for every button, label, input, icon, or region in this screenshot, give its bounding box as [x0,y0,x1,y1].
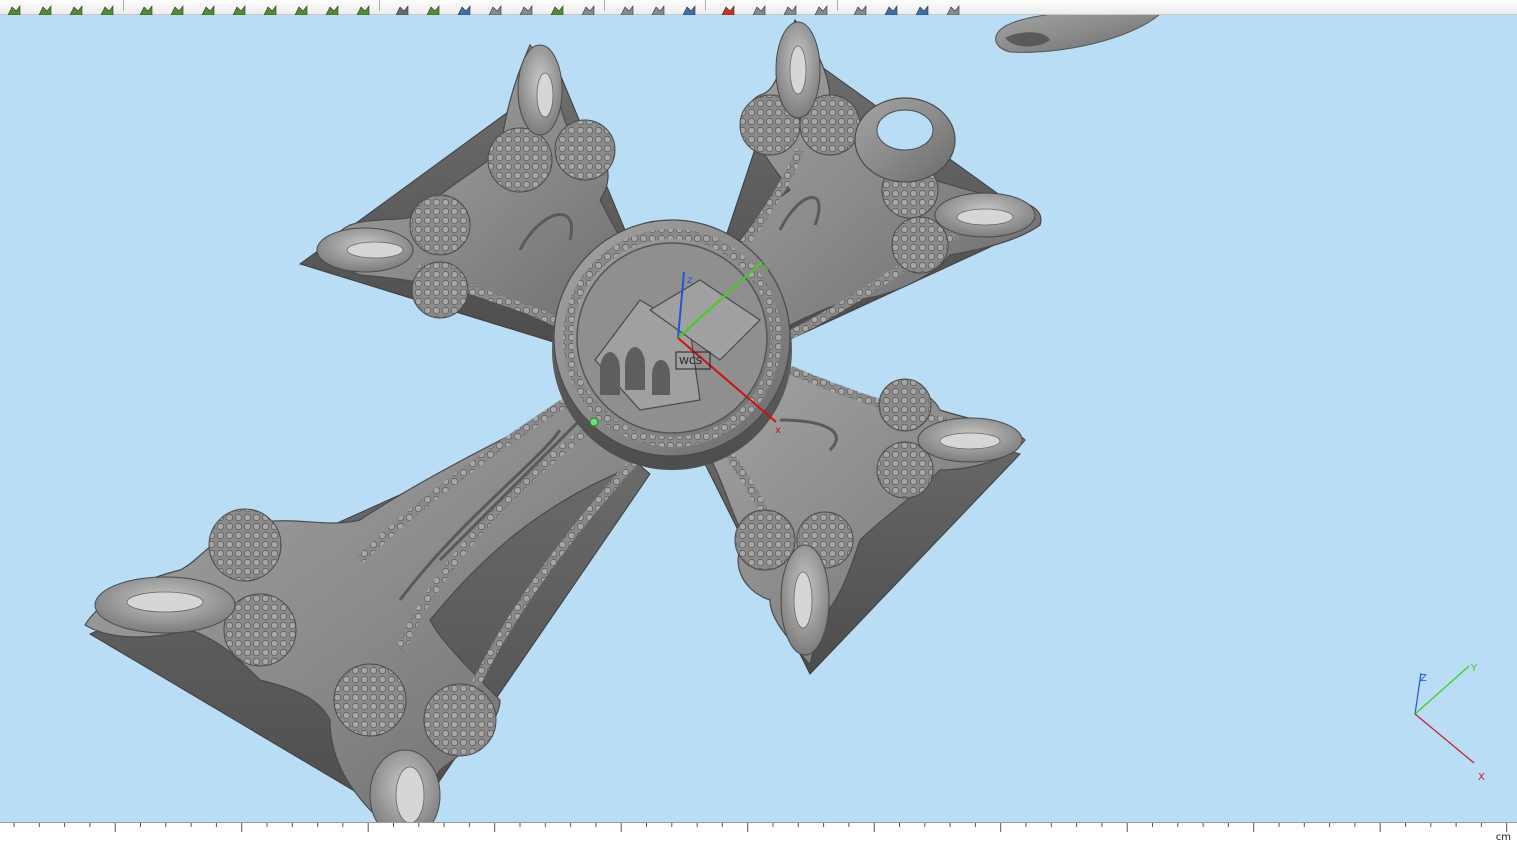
wcs-y-label: y [764,262,770,273]
sweep-icon[interactable] [200,0,216,16]
revolve-icon[interactable] [169,0,185,16]
select-vertices-icon[interactable] [99,0,115,16]
loft-icon[interactable] [231,0,247,16]
render-icon[interactable] [681,0,697,16]
triad-x-label: X [1478,772,1485,783]
partial-bail-model[interactable] [995,15,1160,53]
toolbar-separator [837,0,838,11]
boolean-icon[interactable] [355,0,371,16]
layer-icon[interactable] [782,0,798,16]
material-icon[interactable] [914,0,930,16]
extrude-icon[interactable] [138,0,154,16]
settings-icon[interactable] [945,0,961,16]
3d-viewport[interactable]: z y x WCS Z Y X [0,15,1517,822]
properties-icon[interactable] [813,0,829,16]
view-bottom-icon[interactable] [549,0,565,16]
wcs-x-label: x [775,425,781,436]
select-edges-icon[interactable] [68,0,84,16]
main-toolbar [0,0,1517,16]
triad-y-label: Y [1470,663,1478,674]
scene-canvas[interactable]: z y x WCS Z Y X [0,15,1517,822]
bail-ring [854,97,956,183]
hide-icon[interactable] [751,0,767,16]
ruler-icon[interactable] [650,0,666,16]
bottom-ruler: cm [0,822,1517,843]
shell-icon[interactable] [262,0,278,16]
light-icon[interactable] [883,0,899,16]
orientation-triad: Z Y X [1414,663,1485,783]
camera-icon[interactable] [852,0,868,16]
view-top-icon[interactable] [425,0,441,16]
select-faces-icon[interactable] [37,0,53,16]
view-iso-icon[interactable] [487,0,503,16]
fillet-icon[interactable] [293,0,309,16]
view-right-icon[interactable] [456,0,472,16]
wrench-icon[interactable] [580,0,596,16]
chamfer-icon[interactable] [324,0,340,16]
wcs-z-label: z [687,275,692,286]
view-front-icon[interactable] [394,0,410,16]
view-back-icon[interactable] [518,0,534,16]
triad-z-label: Z [1420,673,1427,684]
ruler-unit-label: cm [1495,832,1511,843]
toolbar-separator [705,0,706,11]
toolbar-separator [604,0,605,11]
pick-point-marker[interactable] [589,417,599,427]
toolbar-separator [379,0,380,11]
select-arrow-icon[interactable] [6,0,22,16]
delete-icon[interactable] [720,0,736,16]
cross-pendant-model[interactable] [84,18,1042,822]
toolbar-separator [123,0,124,11]
center-medallion [552,219,792,470]
measure-icon[interactable] [619,0,635,16]
wcs-label: WCS [679,356,702,367]
ruler-ticks [13,823,1508,832]
